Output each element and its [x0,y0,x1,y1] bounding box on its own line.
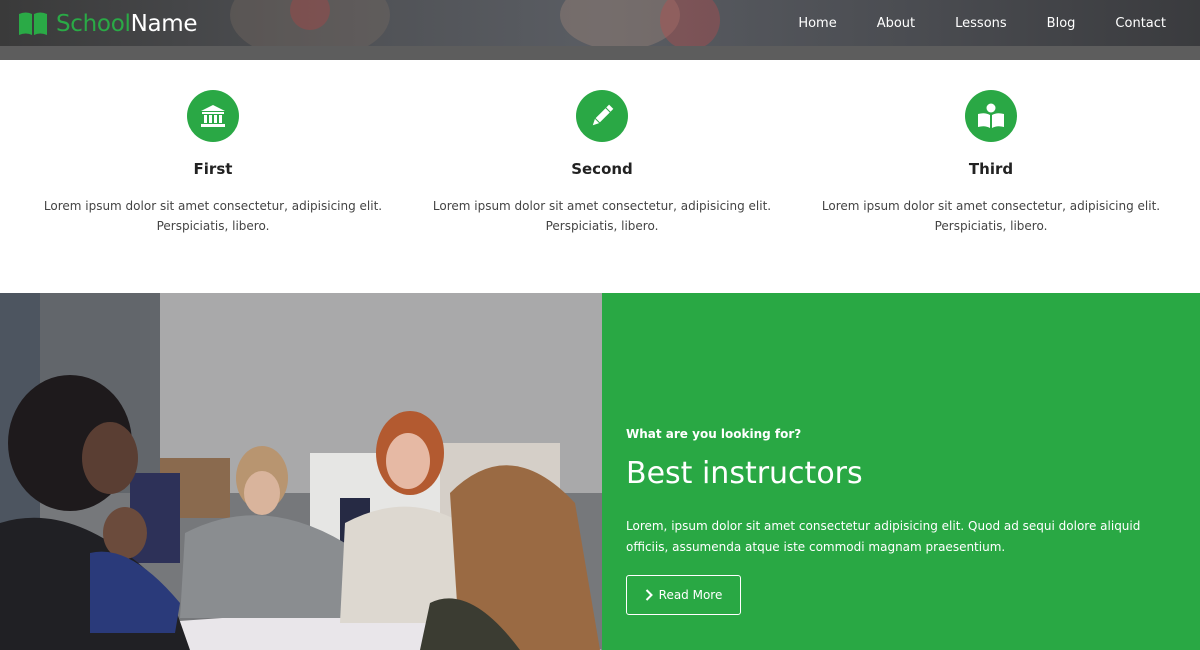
logo-school: School [56,11,131,37]
read-more-button[interactable]: Read More [626,575,741,615]
site-header: SchoolName Home About Lessons Blog Conta… [0,0,1200,46]
chevron-right-icon [645,589,653,601]
promo-kicker: What are you looking for? [626,427,802,441]
read-more-label: Read More [658,588,723,602]
main-nav: Home About Lessons Blog Contact [758,0,1166,46]
feature-second: Second Lorem ipsum dolor sit amet consec… [422,90,782,236]
header-shadow-strip [0,46,1200,60]
logo-text: SchoolName [56,10,198,38]
feature-text: Lorem ipsum dolor sit amet consectetur, … [821,199,1161,233]
feature-title: First [193,160,233,178]
reader-icon [965,90,1017,142]
feature-text: Lorem ipsum dolor sit amet consectetur, … [43,199,383,233]
book-icon [18,11,48,37]
pencil-icon [576,90,628,142]
nav-blog-link[interactable]: Blog [1047,16,1076,31]
header-background-shape [660,0,720,46]
features-section: First Lorem ipsum dolor sit amet consect… [0,60,1200,293]
bank-icon [187,90,239,142]
nav-contact-link[interactable]: Contact [1115,16,1166,31]
promo-text: Lorem, ipsum dolor sit amet consectetur … [626,519,1141,554]
feature-text: Lorem ipsum dolor sit amet consectetur, … [432,199,772,233]
feature-title: Second [571,160,633,178]
nav-lessons-link[interactable]: Lessons [955,16,1007,31]
classroom-photo [0,293,602,650]
nav-home-link[interactable]: Home [798,16,836,31]
promo-panel: What are you looking for? Best instructo… [602,293,1200,650]
logo[interactable]: SchoolName [18,10,198,38]
feature-first: First Lorem ipsum dolor sit amet consect… [33,90,393,236]
promo-title: Best instructors [626,456,863,491]
feature-title: Third [968,160,1014,178]
feature-third: Third Lorem ipsum dolor sit amet consect… [811,90,1171,236]
logo-name: Name [130,11,198,37]
nav-about-link[interactable]: About [877,16,915,31]
